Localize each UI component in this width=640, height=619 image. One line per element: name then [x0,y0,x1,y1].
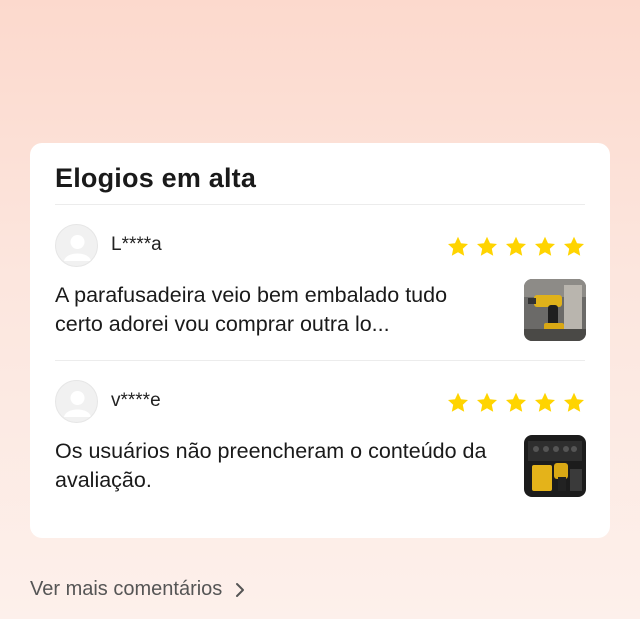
star-icon [564,236,584,256]
review-text: A parafusadeira veio bem embalado tudo c… [55,283,448,336]
star-icon [506,392,526,412]
divider [55,360,585,361]
user-avatar-icon [55,224,98,267]
star-icon [535,392,555,412]
see-more-label: Ver mais comentários [30,578,223,600]
star-icon [448,236,468,256]
rating-stars [446,391,586,415]
review-text: Os usuários não preencheram o conteúdo d… [55,439,487,492]
review-item[interactable]: v****e Os usuários não preencheram o con… [55,380,586,520]
divider [55,204,585,205]
section-title: Elogios em alta [55,163,257,193]
review-photo-thumbnail[interactable] [524,435,586,497]
star-icon [564,392,584,412]
star-icon [506,236,526,256]
star-icon [448,392,468,412]
review-photo-thumbnail[interactable] [524,279,586,341]
see-more-comments-link[interactable]: Ver mais comentários [30,578,248,601]
rating-stars [446,235,586,259]
star-icon [535,236,555,256]
user-avatar-icon [55,380,98,423]
reviewer-name: v****e [111,390,161,411]
star-icon [477,236,497,256]
star-icon [477,392,497,412]
chevron-right-icon [236,582,245,597]
review-item[interactable]: L****a A parafusadeira veio bem embalado… [55,224,586,364]
praise-card: Elogios em alta L****a A parafusadeira v… [30,143,610,538]
reviewer-name: L****a [111,234,162,255]
